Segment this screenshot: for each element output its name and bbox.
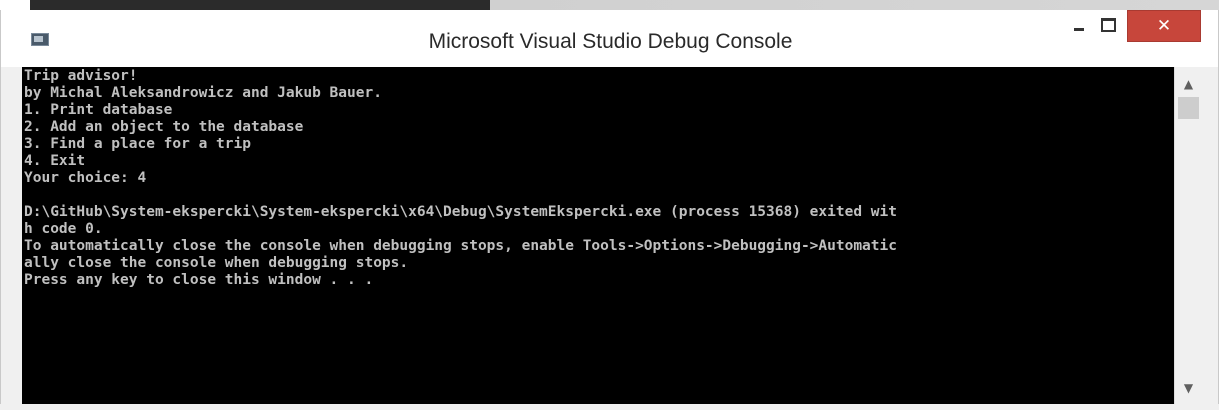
console-line: by Michal Aleksandrowicz and Jakub Bauer…: [24, 85, 382, 101]
console-line: 1. Print database: [24, 102, 173, 118]
console-line: Press any key to close this window . . .: [24, 272, 374, 288]
console-line: Trip advisor!: [24, 68, 138, 84]
console-line: h code 0.: [24, 221, 103, 237]
window-right-border: [1202, 67, 1219, 410]
maximize-icon: [1101, 18, 1116, 32]
close-icon: ✕: [1156, 16, 1172, 36]
maximize-button[interactable]: [1094, 10, 1123, 40]
window-title: Microsoft Visual Studio Debug Console: [428, 30, 793, 53]
title-bar[interactable]: Microsoft Visual Studio Debug Console: [0, 10, 1219, 68]
scrollbar-thumb[interactable]: [1178, 97, 1199, 119]
console-line: 2. Add an object to the database: [24, 119, 304, 135]
window-left-border: [0, 67, 22, 410]
scroll-up-icon[interactable]: ▲: [1175, 73, 1202, 95]
minimize-button[interactable]: [1064, 10, 1093, 40]
console-line: D:\GitHub\System-ekspercki\System-eksper…: [24, 204, 897, 220]
console-line: 4. Exit: [24, 153, 86, 169]
minimize-icon: [1073, 27, 1084, 31]
console-line: Your choice: 4: [24, 170, 147, 186]
debug-console-window: Microsoft Visual Studio Debug Console ✕ …: [0, 0, 1219, 410]
console-output[interactable]: Trip advisor! by Michal Aleksandrowicz an…: [22, 67, 1174, 404]
vertical-scrollbar[interactable]: ▲ ▼: [1174, 67, 1202, 404]
console-text: Trip advisor! by Michal Aleksandrowicz an…: [22, 68, 897, 289]
console-line: 3. Find a place for a trip: [24, 136, 251, 152]
console-line: To automatically close the console when …: [24, 238, 897, 254]
close-button[interactable]: ✕: [1127, 10, 1201, 42]
console-line: ally close the console when debugging st…: [24, 255, 409, 271]
scroll-down-icon[interactable]: ▼: [1175, 377, 1202, 399]
window-top-edge: [0, 0, 1219, 10]
window-bottom-border: [0, 404, 1219, 410]
